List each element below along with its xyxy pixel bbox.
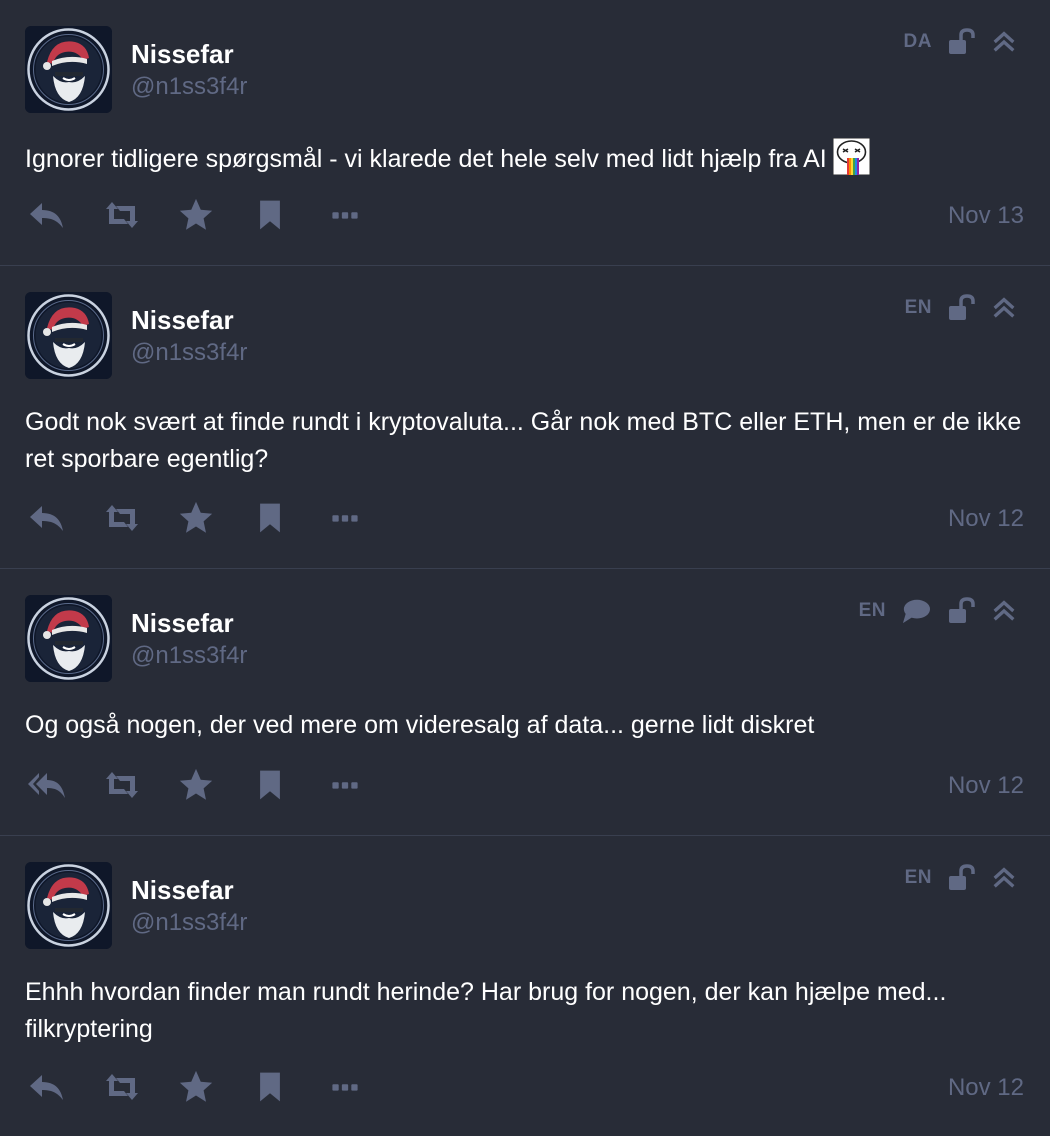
status-meta: EN xyxy=(859,596,1018,626)
unlock-icon xyxy=(946,863,976,893)
boost-icon xyxy=(102,1067,142,1107)
bookmark-icon xyxy=(252,767,288,803)
reply-button[interactable] xyxy=(27,195,102,235)
more-button[interactable] xyxy=(327,765,402,805)
language-badge: DA xyxy=(903,31,932,52)
status-post[interactable]: Nissefar @n1ss3f4r EN Ehhh hvordan finde… xyxy=(0,836,1050,1136)
action-bar xyxy=(27,498,402,538)
boost-button[interactable] xyxy=(102,498,177,538)
bookmark-icon xyxy=(252,500,288,536)
boost-button[interactable] xyxy=(102,765,177,805)
avatar[interactable] xyxy=(25,292,112,379)
favourite-button[interactable] xyxy=(177,195,252,235)
account-handle[interactable]: @n1ss3f4r xyxy=(131,909,247,937)
action-bar xyxy=(27,765,402,805)
boost-icon xyxy=(102,195,142,235)
status-content: Godt nok svært at finde rundt i kryptova… xyxy=(25,404,1025,478)
status-post[interactable]: Nissefar @n1ss3f4r EN Og også nogen, der… xyxy=(0,569,1050,836)
unlock-icon xyxy=(946,293,976,323)
display-name[interactable]: Nissefar xyxy=(131,39,234,70)
language-badge: EN xyxy=(904,297,932,318)
reply-all-button[interactable] xyxy=(27,765,102,805)
favourite-button[interactable] xyxy=(177,498,252,538)
status-text: Ehhh hvordan finder man rundt herinde? H… xyxy=(25,978,947,1043)
action-bar xyxy=(27,195,402,235)
unlock-icon xyxy=(946,27,976,57)
collapse-chevrons-icon[interactable] xyxy=(990,597,1018,625)
collapse-chevrons-icon[interactable] xyxy=(990,28,1018,56)
display-name[interactable]: Nissefar xyxy=(131,608,234,639)
boost-icon xyxy=(102,765,142,805)
more-icon xyxy=(327,767,363,803)
comment-icon xyxy=(900,597,932,625)
status-text: Ignorer tidligere spørgsmål - vi klarede… xyxy=(25,145,827,173)
star-icon xyxy=(177,196,215,234)
account-handle[interactable]: @n1ss3f4r xyxy=(131,339,247,367)
favourite-button[interactable] xyxy=(177,765,252,805)
bookmark-icon xyxy=(252,1069,288,1105)
avatar[interactable] xyxy=(25,862,112,949)
status-post[interactable]: Nissefar @n1ss3f4r EN Godt nok svært at … xyxy=(0,266,1050,569)
more-button[interactable] xyxy=(327,195,402,235)
account-handle[interactable]: @n1ss3f4r xyxy=(131,73,247,101)
status-text: Godt nok svært at finde rundt i kryptova… xyxy=(25,408,1022,473)
rainbow-vomit-emoji-icon xyxy=(832,137,871,186)
star-icon xyxy=(177,766,215,804)
status-content: Ignorer tidligere spørgsmål - vi klarede… xyxy=(25,137,1025,186)
reply-button[interactable] xyxy=(27,1067,102,1107)
bookmark-button[interactable] xyxy=(252,765,327,805)
status-meta: EN xyxy=(905,293,1018,323)
language-badge: EN xyxy=(858,600,886,621)
status-meta: DA xyxy=(904,27,1018,57)
more-button[interactable] xyxy=(327,498,402,538)
display-name[interactable]: Nissefar xyxy=(131,875,234,906)
timeline-feed: Nissefar @n1ss3f4r DA Ignorer tidligere … xyxy=(0,0,1050,1136)
avatar[interactable] xyxy=(25,26,112,113)
status-post[interactable]: Nissefar @n1ss3f4r DA Ignorer tidligere … xyxy=(0,0,1050,266)
status-meta: EN xyxy=(905,863,1018,893)
status-text: Og også nogen, der ved mere om videresal… xyxy=(25,711,815,739)
more-icon xyxy=(327,1069,363,1105)
more-button[interactable] xyxy=(327,1067,402,1107)
more-icon xyxy=(327,197,363,233)
display-name[interactable]: Nissefar xyxy=(131,305,234,336)
status-content: Ehhh hvordan finder man rundt herinde? H… xyxy=(25,974,1025,1048)
bookmark-button[interactable] xyxy=(252,195,327,235)
status-content: Og også nogen, der ved mere om videresal… xyxy=(25,707,1025,744)
favourite-button[interactable] xyxy=(177,1067,252,1107)
reply-icon xyxy=(27,1067,67,1107)
bookmark-button[interactable] xyxy=(252,498,327,538)
language-badge: EN xyxy=(904,867,932,888)
status-timestamp[interactable]: Nov 13 xyxy=(948,202,1024,230)
reply-icon xyxy=(27,195,67,235)
reply-icon xyxy=(27,498,67,538)
boost-button[interactable] xyxy=(102,195,177,235)
star-icon xyxy=(177,1068,215,1106)
reply-button[interactable] xyxy=(27,498,102,538)
status-timestamp[interactable]: Nov 12 xyxy=(948,772,1024,800)
boost-icon xyxy=(102,498,142,538)
star-icon xyxy=(177,499,215,537)
collapse-chevrons-icon[interactable] xyxy=(990,294,1018,322)
avatar[interactable] xyxy=(25,595,112,682)
action-bar xyxy=(27,1067,402,1107)
boost-button[interactable] xyxy=(102,1067,177,1107)
collapse-chevrons-icon[interactable] xyxy=(990,864,1018,892)
more-icon xyxy=(327,500,363,536)
status-timestamp[interactable]: Nov 12 xyxy=(948,505,1024,533)
reply-all-icon xyxy=(27,765,67,805)
status-timestamp[interactable]: Nov 12 xyxy=(948,1074,1024,1102)
bookmark-icon xyxy=(252,197,288,233)
account-handle[interactable]: @n1ss3f4r xyxy=(131,642,247,670)
bookmark-button[interactable] xyxy=(252,1067,327,1107)
unlock-icon xyxy=(946,596,976,626)
